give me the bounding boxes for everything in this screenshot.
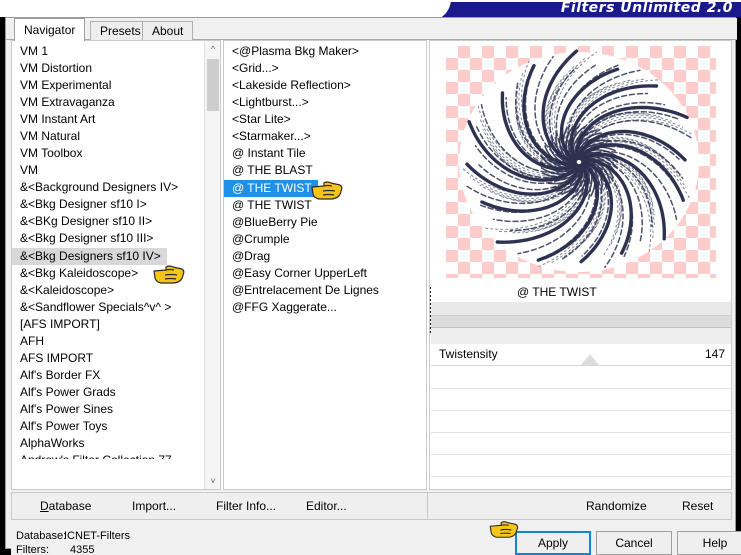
database-button-label: atabase: [48, 499, 92, 513]
scroll-down-icon[interactable]: ˅: [205, 473, 220, 489]
list-item[interactable]: VM Distortion: [12, 60, 220, 77]
reset-button[interactable]: Reset: [682, 499, 713, 513]
list-item[interactable]: @ Instant Tile: [224, 145, 426, 162]
list-item[interactable]: &<Bkg Designer sf10 III>: [12, 230, 220, 247]
twist-artwork: [459, 49, 699, 272]
list-item[interactable]: &<Background Designers IV>: [12, 179, 220, 196]
list-item[interactable]: Alf's Power Grads: [12, 384, 220, 401]
list-item[interactable]: @Crumple: [224, 231, 426, 248]
filter-list[interactable]: <@Plasma Bkg Maker> <Grid...> <Lakeside Re…: [223, 40, 427, 490]
list-item[interactable]: VM Extravaganza: [12, 94, 220, 111]
preview-bar-top: [431, 302, 731, 316]
list-item[interactable]: &<Kaleidoscope>: [12, 282, 220, 299]
parameter-empty-row: [431, 411, 731, 433]
list-item[interactable]: @ THE BLAST: [224, 162, 426, 179]
list-item[interactable]: AFH: [12, 333, 220, 350]
status-filters-value: 4355: [70, 544, 95, 555]
list-item[interactable]: &<Bkg Designer sf10 I>: [12, 196, 220, 213]
database-button[interactable]: Database: [40, 499, 91, 513]
scroll-thumb[interactable]: [207, 59, 219, 111]
main-window: Navigator Presets About VM 1 VM Distortio…: [5, 17, 741, 555]
cancel-button[interactable]: Cancel: [596, 531, 672, 555]
reset-button-label: Reset: [682, 499, 714, 513]
status-filters-label: Filters:: [16, 544, 49, 555]
list-item[interactable]: <@Plasma Bkg Maker>: [224, 43, 426, 60]
randomize-button[interactable]: Randomize: [586, 499, 647, 513]
list-item[interactable]: @Easy Corner UpperLeft: [224, 265, 426, 282]
list-item[interactable]: <Lakeside Reflection>: [224, 77, 426, 94]
parameter-empty-row: [431, 389, 731, 411]
parameter-empty-row: [431, 477, 731, 489]
list-item[interactable]: @FFG Xaggerate...: [224, 299, 426, 316]
list-item[interactable]: Alf's Border FX: [12, 367, 220, 384]
list-item[interactable]: VM 1: [12, 43, 220, 60]
list-item[interactable]: Alf's Power Sines: [12, 401, 220, 418]
randomize-button-label: Randomize: [586, 499, 647, 513]
list-item[interactable]: <Lightburst...>: [224, 94, 426, 111]
list-item[interactable]: VM: [12, 162, 220, 179]
app-window: Filters Unlimited 2.0 Navigator Presets …: [0, 0, 741, 555]
list-item[interactable]: @BlueBerry Pie: [224, 214, 426, 231]
list-item[interactable]: <Starmaker...>: [224, 128, 426, 145]
list-item[interactable]: AFS IMPORT: [12, 350, 220, 367]
help-button[interactable]: Help: [677, 531, 741, 555]
list-item[interactable]: &<Sandflower Specials^v^ >: [12, 299, 220, 316]
tab-navigator[interactable]: Navigator: [14, 18, 86, 41]
category-list[interactable]: VM 1 VM Distortion VM Experimental VM Extra…: [11, 40, 221, 490]
filter-info-button[interactable]: Filter Info...: [216, 499, 276, 513]
list-item-selected[interactable]: &<Bkg Designers sf10 IV>: [12, 248, 167, 265]
tab-about[interactable]: About: [142, 21, 194, 40]
preview-panel: claudia art & design @ THE TWIST Twisten…: [429, 40, 732, 490]
app-title: Filters Unlimited 2.0: [560, 0, 733, 16]
list-item[interactable]: <Grid...>: [224, 60, 426, 77]
list-item[interactable]: Andrew's Filter Collection 77: [12, 452, 220, 459]
preview-bar-bottom: [431, 328, 731, 344]
status-database-label: Database:: [16, 530, 67, 542]
list-item[interactable]: VM Experimental: [12, 77, 220, 94]
action-bar-divider: [427, 493, 428, 519]
parameter-value: 147: [704, 347, 725, 361]
apply-button[interactable]: Apply: [515, 531, 591, 555]
parameter-slider-handle[interactable]: [581, 354, 599, 365]
category-list-items: VM 1 VM Distortion VM Experimental VM Extra…: [12, 43, 220, 459]
panels-area: VM 1 VM Distortion VM Experimental VM Extra…: [11, 40, 732, 490]
list-item[interactable]: @ THE TWIST: [224, 197, 426, 214]
filter-list-items: <@Plasma Bkg Maker> <Grid...> <Lakeside Re…: [224, 43, 426, 316]
import-button[interactable]: Import...: [132, 499, 176, 513]
parameter-empty-row: [431, 433, 731, 455]
action-bar: Database Import... Filter Info... Editor…: [11, 492, 732, 520]
parameter-empty-row: [431, 367, 731, 389]
editor-button-label: Editor...: [306, 499, 347, 513]
editor-button[interactable]: Editor...: [306, 499, 347, 513]
list-item[interactable]: AlphaWorks: [12, 435, 220, 452]
list-item[interactable]: &<Bkg Kaleidoscope>: [12, 265, 220, 282]
list-item[interactable]: [AFS IMPORT]: [12, 316, 220, 333]
preview-image[interactable]: [446, 46, 716, 278]
list-item[interactable]: <Star Lite>: [224, 111, 426, 128]
title-bar: Filters Unlimited 2.0: [0, 0, 741, 17]
preview-bar-mid: [431, 316, 731, 328]
list-item[interactable]: VM Toolbox: [12, 145, 220, 162]
list-item[interactable]: Alf's Power Toys: [12, 418, 220, 435]
scroll-up-icon[interactable]: ^: [205, 41, 220, 57]
import-button-label: port...: [145, 499, 177, 513]
list-item-selected[interactable]: @ THE TWIST: [224, 180, 318, 197]
parameter-empty-row: [431, 455, 731, 477]
list-item[interactable]: VM Natural: [12, 128, 220, 145]
status-bar: Database: ICNET-Filters Filters: 4355 Ap…: [11, 523, 741, 555]
tab-strip: Navigator Presets About: [6, 18, 737, 41]
list-item[interactable]: VM Instant Art: [12, 111, 220, 128]
parameter-empty-rows: [431, 367, 731, 489]
list-item[interactable]: @Drag: [224, 248, 426, 265]
list-item[interactable]: @Entrelacement De Lignes: [224, 282, 426, 299]
category-list-scrollbar[interactable]: ^ ˅: [204, 41, 220, 489]
preview-caption: @ THE TWIST: [431, 282, 731, 302]
status-database-value: ICNET-Filters: [64, 530, 130, 542]
parameter-row-twistensity[interactable]: Twistensity 147: [431, 344, 731, 366]
filter-info-button-label: Filter Info...: [216, 499, 277, 513]
list-item[interactable]: &<BKg Designer sf10 II>: [12, 213, 220, 230]
parameter-label: Twistensity: [439, 347, 498, 361]
